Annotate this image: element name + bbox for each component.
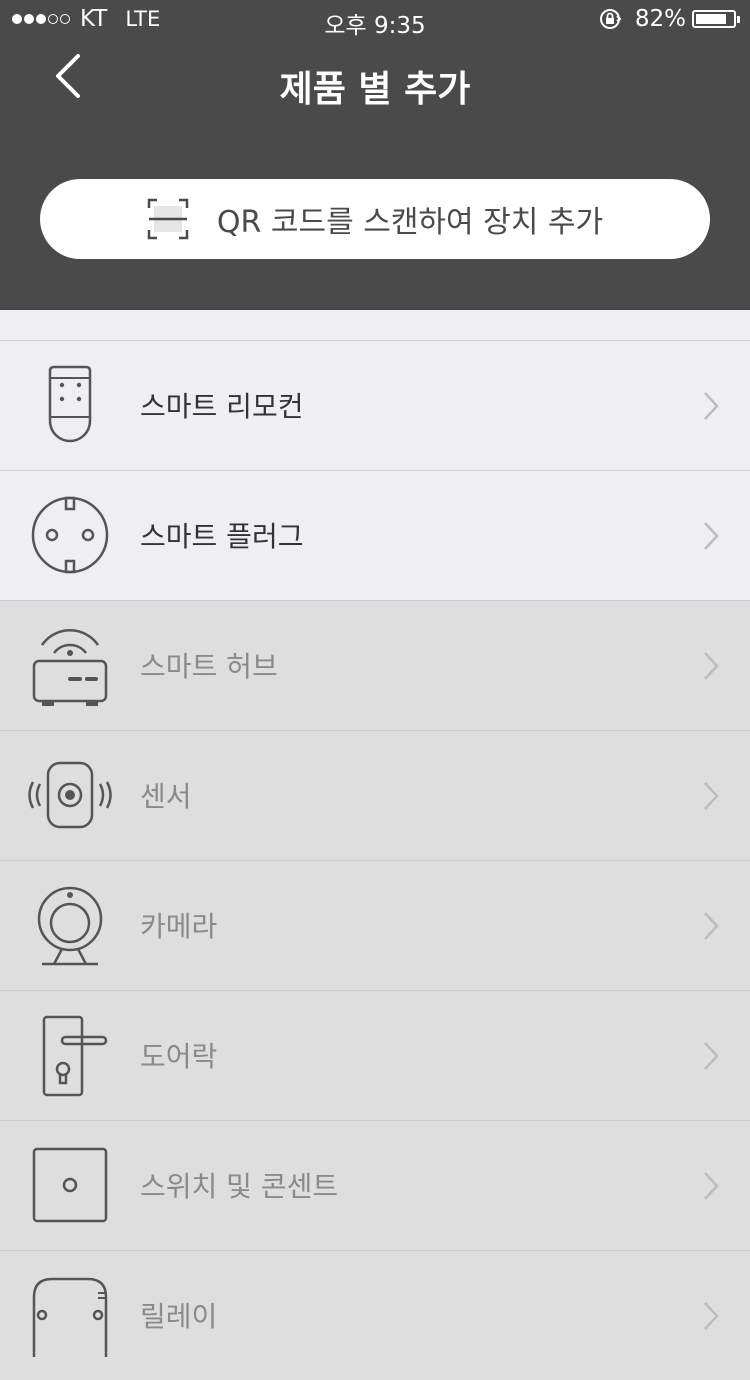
list-item-doorlock[interactable]: 도어락 — [0, 990, 750, 1120]
camera-icon — [37, 886, 103, 966]
relay-icon — [32, 1277, 108, 1357]
nav-bar: 제품 별 추가 — [0, 40, 750, 128]
list-item-relay[interactable]: 릴레이 — [0, 1250, 750, 1380]
qr-scan-icon — [147, 198, 189, 240]
rotation-lock-icon — [599, 9, 622, 29]
chevron-right-icon — [704, 392, 719, 420]
list-item-label: 카메라 — [140, 910, 218, 943]
list-item-label: 스마트 플러그 — [140, 520, 304, 553]
chevron-right-icon — [704, 652, 719, 680]
battery-tip — [737, 15, 740, 23]
smart-hub-icon — [32, 629, 108, 706]
list-item-label: 스위치 및 콘센트 — [140, 1170, 339, 1203]
qr-scan-label: QR 코드를 스캔하여 장치 추가 — [216, 205, 604, 240]
list-item-label: 도어락 — [140, 1040, 218, 1073]
status-right: 82% — [599, 6, 740, 32]
list-item-camera[interactable]: 카메라 — [0, 860, 750, 990]
list-item-hub[interactable]: 스마트 허브 — [0, 600, 750, 730]
chevron-right-icon — [704, 782, 719, 810]
list-item-label: 릴레이 — [140, 1300, 218, 1333]
list-item-switch[interactable]: 스위치 및 콘센트 — [0, 1120, 750, 1250]
list-item-label: 센서 — [140, 780, 192, 813]
chevron-right-icon — [704, 1042, 719, 1070]
chevron-right-icon — [704, 912, 719, 940]
page-title: 제품 별 추가 — [279, 69, 471, 110]
battery-fill — [696, 14, 726, 24]
remote-control-icon — [48, 365, 92, 443]
battery-percent: 82% — [634, 6, 686, 32]
header: KT LTE 오후 9:35 82% 제품 별 추가 QR 코드를 스캔하여 장… — [0, 0, 750, 310]
chevron-right-icon — [704, 1302, 719, 1330]
list-item-remote[interactable]: 스마트 리모컨 — [0, 340, 750, 470]
qr-scan-button[interactable]: QR 코드를 스캔하여 장치 추가 — [40, 179, 710, 259]
list-item-plug[interactable]: 스마트 플러그 — [0, 470, 750, 600]
chevron-right-icon — [704, 1172, 719, 1200]
sensor-icon — [28, 761, 112, 829]
battery-icon — [692, 10, 736, 28]
list-item-label: 스마트 허브 — [140, 650, 278, 683]
product-category-list: 스마트 리모컨 스마트 플러그 스마트 허브 센서 카메라 도어락 스위치 및 … — [0, 340, 750, 1380]
list-item-sensor[interactable]: 센서 — [0, 730, 750, 860]
door-lock-icon — [42, 1015, 108, 1097]
status-bar: KT LTE 오후 9:35 82% — [0, 0, 750, 40]
chevron-right-icon — [704, 522, 719, 550]
list-item-label: 스마트 리모컨 — [140, 390, 304, 423]
switch-outlet-icon — [32, 1147, 108, 1223]
smart-plug-icon — [31, 496, 109, 574]
